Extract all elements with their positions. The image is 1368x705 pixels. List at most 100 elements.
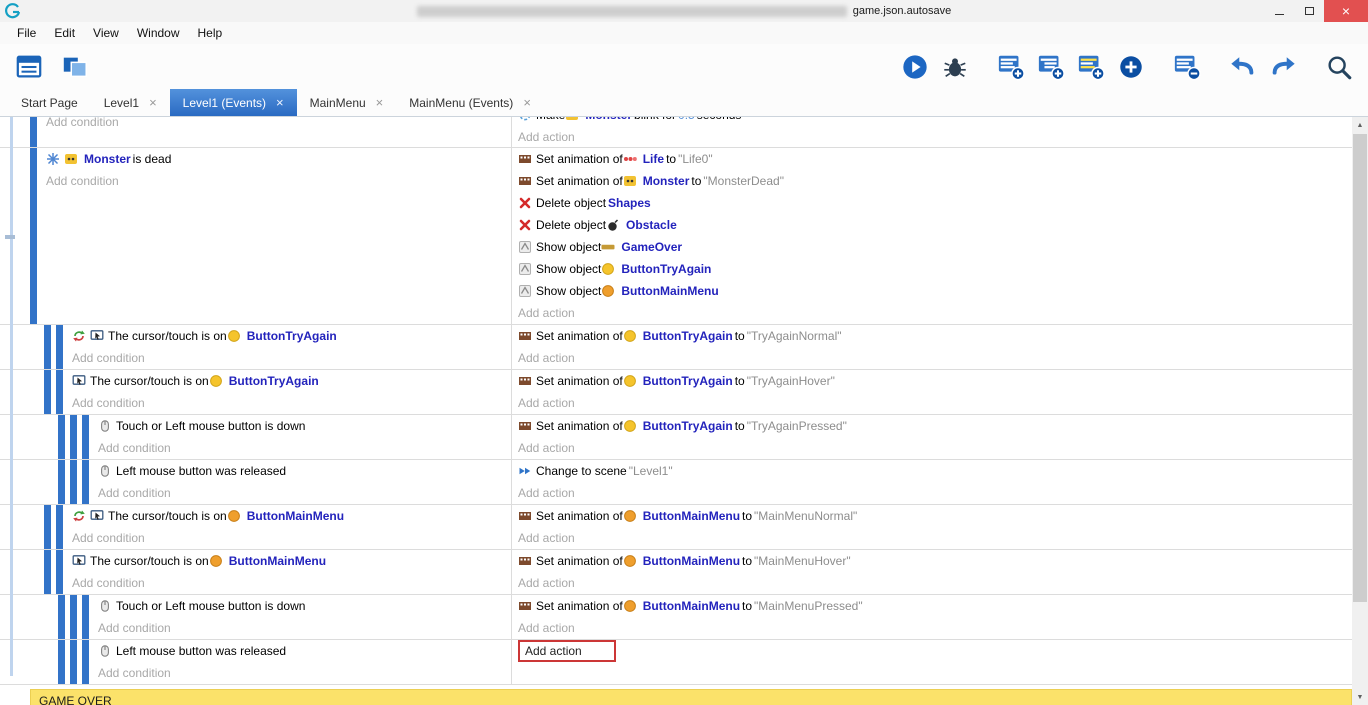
action[interactable]: Set animation of ButtonTryAgain to "TryA… bbox=[518, 370, 1352, 392]
add-circle-button[interactable] bbox=[1114, 50, 1148, 84]
add-condition-link[interactable]: Add condition bbox=[72, 347, 339, 369]
condition[interactable]: The cursor/touch is on ButtonTryAgain bbox=[72, 325, 339, 347]
menu-view[interactable]: View bbox=[84, 23, 128, 43]
minimize-button[interactable] bbox=[1264, 0, 1294, 22]
refresh-icon bbox=[72, 329, 86, 343]
add-condition-link[interactable]: Add condition bbox=[46, 170, 171, 192]
action[interactable]: Delete object Obstacle bbox=[518, 214, 1352, 236]
menu-edit[interactable]: Edit bbox=[45, 23, 84, 43]
conditions-body: Touch or Left mouse button is downAdd co… bbox=[94, 595, 305, 639]
menu-help[interactable]: Help bbox=[189, 23, 232, 43]
show-icon bbox=[518, 240, 532, 254]
action[interactable]: Set animation of ButtonMainMenu to "Main… bbox=[518, 595, 1352, 617]
undo-button[interactable] bbox=[1226, 50, 1260, 84]
action[interactable]: Set animation of ButtonTryAgain to "TryA… bbox=[518, 325, 1352, 347]
string-value: "MainMenuPressed" bbox=[754, 599, 863, 613]
tab-level1[interactable]: Level1× bbox=[91, 89, 170, 116]
condition[interactable]: The cursor/touch is on ButtonMainMenu bbox=[72, 505, 346, 527]
action[interactable]: Set animation of Monster to "MonsterDead… bbox=[518, 170, 1352, 192]
vertical-scrollbar[interactable]: ▲ ▼ bbox=[1352, 117, 1368, 705]
add-event-button[interactable] bbox=[994, 50, 1028, 84]
action[interactable]: Show object ButtonTryAgain bbox=[518, 258, 1352, 280]
add-action-link[interactable]: Add action bbox=[518, 640, 616, 662]
search-button[interactable] bbox=[1322, 50, 1356, 84]
actions-body: Change to scene "Level1" Add action bbox=[518, 460, 1352, 504]
add-condition-link[interactable]: Add condition bbox=[72, 527, 346, 549]
action[interactable]: Delete object Shapes bbox=[518, 192, 1352, 214]
tab-close-icon[interactable]: × bbox=[523, 96, 531, 109]
scene-editors-button[interactable] bbox=[58, 50, 92, 84]
condition[interactable]: Touch or Left mouse button is down bbox=[98, 415, 305, 437]
tab-mainmenu[interactable]: MainMenu× bbox=[297, 89, 397, 116]
add-action-link[interactable]: Add action bbox=[518, 621, 575, 635]
play-button[interactable] bbox=[898, 50, 932, 84]
action[interactable]: Show object ButtonMainMenu bbox=[518, 280, 1352, 302]
event-row: Touch or Left mouse button is downAdd co… bbox=[0, 595, 1352, 640]
close-button[interactable]: × bbox=[1324, 0, 1368, 22]
tab-level1-events[interactable]: Level1 (Events)× bbox=[170, 89, 297, 116]
tab-close-icon[interactable]: × bbox=[149, 96, 157, 109]
add-action-link[interactable]: Add action bbox=[518, 441, 575, 455]
condition[interactable]: Left mouse button was released bbox=[98, 460, 286, 482]
event-indent-bar bbox=[70, 415, 77, 459]
scroll-up-icon[interactable]: ▲ bbox=[1352, 117, 1368, 133]
add-action-link[interactable]: Add action bbox=[518, 531, 575, 545]
redo-button[interactable] bbox=[1266, 50, 1300, 84]
collapse-event-button[interactable] bbox=[1170, 50, 1204, 84]
tab-close-icon[interactable]: × bbox=[276, 96, 284, 109]
menu-file[interactable]: File bbox=[8, 23, 45, 43]
refresh-icon bbox=[72, 509, 86, 523]
comment-event[interactable]: GAME OVER bbox=[30, 689, 1352, 705]
add-action-link[interactable]: Add action bbox=[518, 486, 575, 500]
action[interactable]: Show object GameOver bbox=[518, 236, 1352, 258]
condition[interactable]: The cursor/touch is on ButtonTryAgain bbox=[72, 370, 321, 392]
add-action-link[interactable]: Add action bbox=[518, 576, 575, 590]
add-action-row: Add action bbox=[518, 617, 1352, 639]
condition[interactable]: Left mouse button was released bbox=[98, 640, 286, 662]
action[interactable]: Set animation of Life to "Life0" bbox=[518, 148, 1352, 170]
conditions-body: Left mouse button was releasedAdd condit… bbox=[94, 640, 286, 684]
object-name: GameOver bbox=[621, 240, 682, 254]
cursor-icon bbox=[72, 554, 86, 568]
action[interactable]: Make Monster blink for 0.5 seconds bbox=[518, 117, 1352, 126]
action[interactable]: Set animation of ButtonTryAgain to "TryA… bbox=[518, 415, 1352, 437]
action[interactable]: Change to scene "Level1" bbox=[518, 460, 1352, 482]
add-action-link[interactable]: Add action bbox=[518, 306, 575, 320]
add-condition-link[interactable]: Add condition bbox=[98, 662, 286, 684]
collapse-toggle[interactable] bbox=[5, 235, 15, 239]
condition[interactable]: Touch or Left mouse button is down bbox=[98, 595, 305, 617]
add-action-link[interactable]: Add action bbox=[518, 396, 575, 410]
add-condition-link[interactable]: Add condition bbox=[72, 572, 328, 594]
scrollbar-thumb[interactable] bbox=[1353, 134, 1367, 602]
add-condition-link[interactable]: Add condition bbox=[72, 392, 321, 414]
add-condition-link[interactable]: Add condition bbox=[98, 437, 305, 459]
add-action-link[interactable]: Add action bbox=[518, 351, 575, 365]
actions-cell: Set animation of Life to "Life0"Set anim… bbox=[512, 148, 1352, 324]
tab-mainmenu-events[interactable]: MainMenu (Events)× bbox=[396, 89, 544, 116]
add-condition-link[interactable]: Add condition bbox=[46, 117, 119, 133]
conditions-cell: Touch or Left mouse button is downAdd co… bbox=[0, 415, 512, 459]
button-orange-icon bbox=[623, 509, 637, 523]
condition[interactable]: The cursor/touch is on ButtonMainMenu bbox=[72, 550, 328, 572]
object-name: Life bbox=[643, 152, 664, 166]
action[interactable]: Set animation of ButtonMainMenu to "Main… bbox=[518, 550, 1352, 572]
add-comment-button[interactable] bbox=[1074, 50, 1108, 84]
action[interactable]: Set animation of ButtonMainMenu to "Main… bbox=[518, 505, 1352, 527]
actions-cell: Set animation of ButtonMainMenu to "Main… bbox=[512, 505, 1352, 549]
add-condition-link[interactable]: Add condition bbox=[98, 482, 286, 504]
project-manager-button[interactable] bbox=[12, 50, 46, 84]
add-subevent-button[interactable] bbox=[1034, 50, 1068, 84]
text-label: The cursor/touch is on bbox=[108, 329, 227, 343]
maximize-button[interactable] bbox=[1294, 0, 1324, 22]
menu-window[interactable]: Window bbox=[128, 23, 189, 43]
add-condition-link[interactable]: Add condition bbox=[98, 617, 305, 639]
text-label: Set animation of bbox=[536, 174, 623, 188]
tab-start-page[interactable]: Start Page bbox=[8, 89, 91, 116]
add-action-link[interactable]: Add action bbox=[518, 130, 575, 144]
tab-close-icon[interactable]: × bbox=[376, 96, 384, 109]
scroll-down-icon[interactable]: ▼ bbox=[1352, 689, 1368, 705]
animation-icon bbox=[518, 374, 532, 388]
debug-button[interactable] bbox=[938, 50, 972, 84]
object-name: ButtonTryAgain bbox=[621, 262, 711, 276]
condition[interactable]: Monster is dead bbox=[46, 148, 171, 170]
